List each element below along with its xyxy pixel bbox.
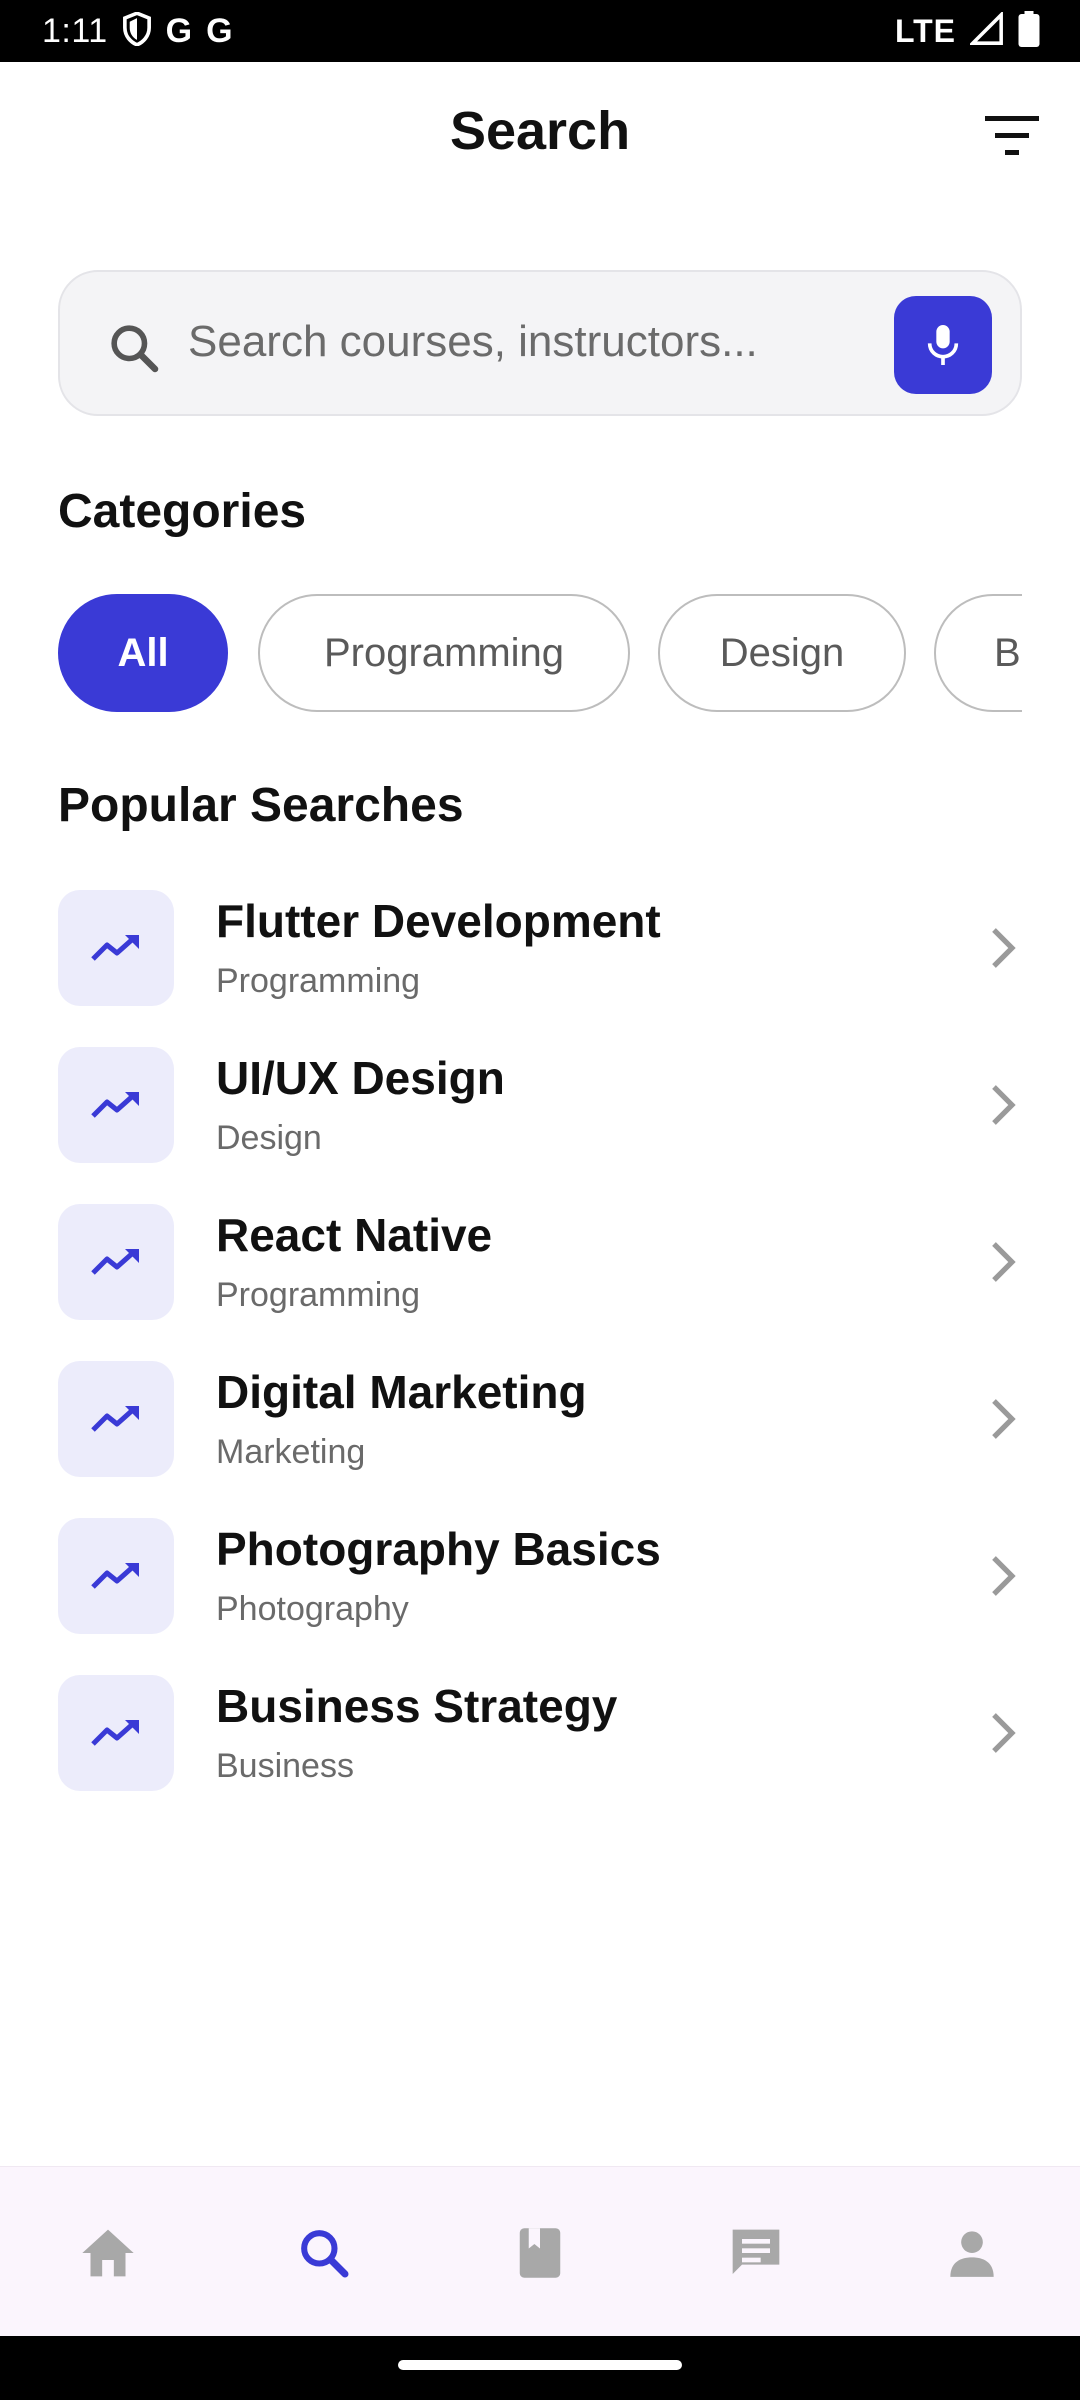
item-category: Design: [216, 1119, 322, 1157]
trending-icon: [58, 1361, 174, 1477]
search-input[interactable]: [188, 302, 848, 382]
chevron-right-icon: [992, 1242, 1016, 1282]
trending-icon: [58, 1204, 174, 1320]
person-icon: [950, 2231, 994, 2277]
item-title: Digital Marketing: [216, 1366, 587, 1418]
app-bar: Search: [0, 62, 1080, 208]
item-title: React Native: [216, 1209, 493, 1261]
chevron-right-icon: [992, 1085, 1016, 1125]
nav-home[interactable]: [68, 2213, 148, 2293]
filter-button[interactable]: [980, 104, 1044, 168]
item-category: Marketing: [216, 1433, 366, 1471]
filter-icon: [985, 116, 1039, 155]
home-icon: [82, 2229, 134, 2277]
chevron-right-icon: [992, 1399, 1016, 1439]
item-category: Photography: [216, 1590, 409, 1628]
chevron-right-icon: [992, 1556, 1016, 1596]
status-bar: 1:11 G G LTE: [0, 0, 1080, 62]
trending-icon: [58, 1047, 174, 1163]
search-icon: [106, 320, 162, 376]
popular-searches-title: Popular Searches: [58, 779, 464, 832]
system-navigation-bar: [0, 2336, 1080, 2400]
chip-business[interactable]: B: [934, 594, 1022, 712]
nav-search[interactable]: [284, 2213, 364, 2293]
chat-icon: [732, 2229, 780, 2274]
home-gesture-handle[interactable]: [398, 2360, 682, 2370]
list-item[interactable]: UI/UX Design Design: [0, 1047, 1080, 1197]
item-category: Business: [216, 1747, 354, 1785]
status-left: 1:11 G G: [42, 10, 233, 51]
search-icon: [301, 2230, 349, 2278]
trending-icon: [58, 1675, 174, 1791]
list-item[interactable]: Photography Basics Photography: [0, 1518, 1080, 1668]
chip-programming[interactable]: Programming: [258, 594, 630, 712]
nav-profile[interactable]: [932, 2213, 1012, 2293]
nav-courses[interactable]: [500, 2213, 580, 2293]
status-time: 1:11: [42, 11, 108, 50]
category-chips: All Programming Design B: [58, 594, 1022, 712]
list-item[interactable]: React Native Programming: [0, 1204, 1080, 1354]
item-category: Programming: [216, 1276, 421, 1314]
item-category: Programming: [216, 962, 421, 1000]
book-icon: [519, 2228, 561, 2278]
categories-title: Categories: [58, 485, 307, 538]
item-title: UI/UX Design: [216, 1052, 505, 1104]
search-screen: 1:11 G G LTE Search Search courses, inst…: [0, 0, 1080, 2400]
item-title: Flutter Development: [216, 895, 661, 947]
trending-icon: [58, 890, 174, 1006]
bottom-navigation: [0, 2166, 1080, 2336]
list-item[interactable]: Flutter Development Programming: [0, 890, 1080, 1040]
item-title: Business Strategy: [216, 1680, 618, 1732]
nav-messages[interactable]: [716, 2213, 796, 2293]
google-icon: G: [165, 11, 193, 50]
list-item[interactable]: Business Strategy Business: [0, 1675, 1080, 1825]
battery-icon: [1018, 10, 1040, 52]
network-type: LTE: [894, 12, 956, 49]
search-bar[interactable]: [58, 270, 1022, 416]
trending-icon: [58, 1518, 174, 1634]
item-title: Photography Basics: [216, 1523, 661, 1575]
signal-icon: [968, 10, 1004, 51]
page-title: Search: [449, 101, 631, 161]
microphone-icon: [927, 325, 959, 365]
chevron-right-icon: [992, 928, 1016, 968]
chip-all[interactable]: All: [58, 594, 228, 712]
google-icon: G: [206, 11, 233, 50]
list-item[interactable]: Digital Marketing Marketing: [0, 1361, 1080, 1511]
shield-icon: [122, 10, 152, 51]
chevron-right-icon: [992, 1713, 1016, 1753]
voice-search-button[interactable]: [894, 296, 992, 394]
status-right: LTE: [894, 10, 1040, 52]
chip-design[interactable]: Design: [658, 594, 906, 712]
